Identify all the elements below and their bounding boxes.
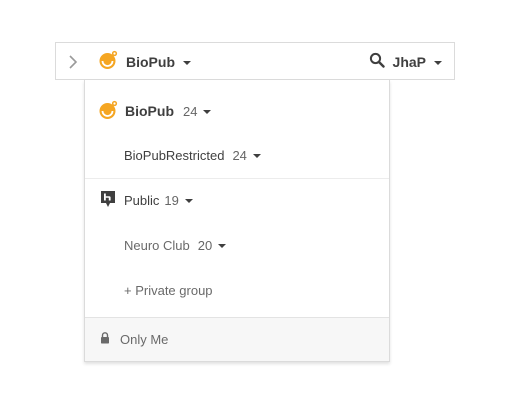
only-me-label: Only Me xyxy=(120,332,169,347)
group-name: BioPub xyxy=(126,54,175,70)
menu-item-biopub[interactable]: BioPub 24 xyxy=(85,100,389,122)
search-icon[interactable] xyxy=(369,52,385,73)
caret-down-icon[interactable] xyxy=(434,61,442,65)
new-private-group-label[interactable]: + Private group xyxy=(124,283,213,298)
member-count: 19 xyxy=(164,192,179,208)
menu-item-label: BioPubRestricted xyxy=(124,147,225,163)
member-count: 24 xyxy=(183,103,198,119)
menu-item-biopubrestricted[interactable]: BioPubRestricted 24 xyxy=(85,144,389,166)
only-me-item[interactable]: Only Me xyxy=(85,317,389,361)
new-private-group-link[interactable]: + Private group xyxy=(85,279,389,301)
group-selector-button[interactable]: BioPub xyxy=(98,50,191,75)
caret-down-icon[interactable] xyxy=(252,153,261,158)
biopub-logo-icon xyxy=(98,50,118,75)
top-bar: BioPub JhaP xyxy=(55,42,455,80)
member-count: 20 xyxy=(197,237,213,253)
menu-item-label: BioPub xyxy=(125,103,174,119)
chevron-right-icon[interactable] xyxy=(66,54,80,70)
menu-item-neuro-club[interactable]: Neuro Club 20 xyxy=(85,234,389,256)
groups-dropdown-menu: BioPub 24 BioPubRestricted 24 Public 19 … xyxy=(84,80,390,362)
hypothesis-logo-icon xyxy=(101,190,115,210)
caret-down-icon xyxy=(183,61,191,65)
menu-item-label: Public xyxy=(124,192,160,208)
menu-item-label: Neuro Club xyxy=(124,237,190,253)
caret-down-icon[interactable] xyxy=(203,109,212,114)
caret-down-icon[interactable] xyxy=(218,243,227,248)
lock-icon xyxy=(100,332,110,347)
divider xyxy=(85,178,389,179)
biopub-logo-icon xyxy=(98,100,118,123)
username[interactable]: JhaP xyxy=(393,54,426,70)
member-count: 24 xyxy=(232,147,247,163)
menu-item-public[interactable]: Public 19 xyxy=(85,189,389,211)
caret-down-icon[interactable] xyxy=(184,198,193,203)
user-menu[interactable]: JhaP xyxy=(369,52,442,72)
